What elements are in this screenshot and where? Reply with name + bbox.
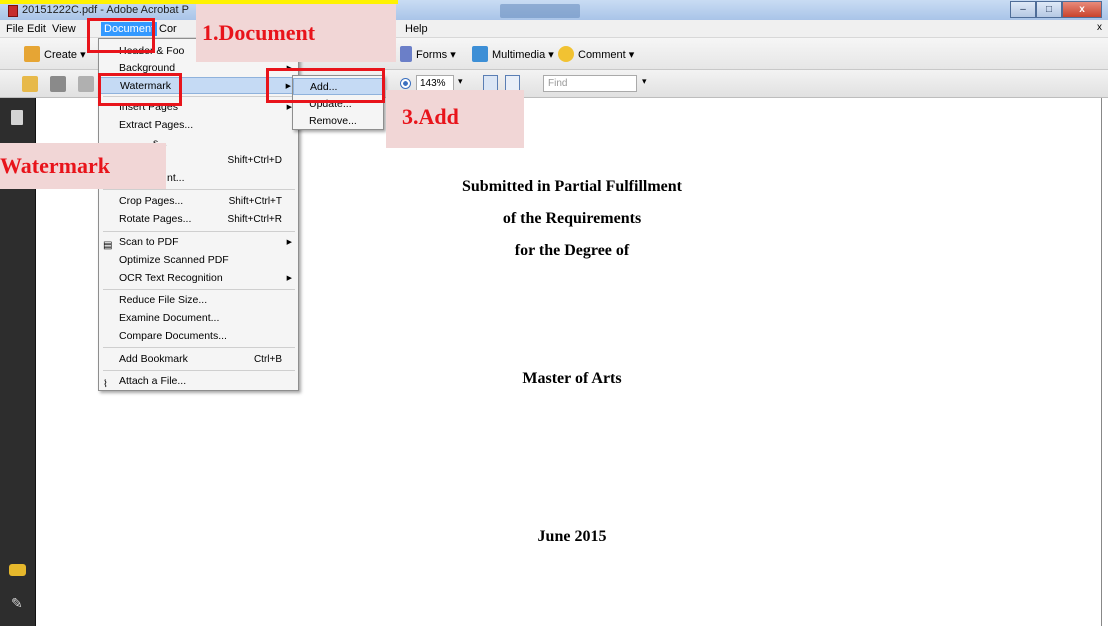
menu-item-examine-document[interactable]: Examine Document... xyxy=(99,310,298,327)
menu-separator xyxy=(103,370,295,371)
highlight-box-watermark xyxy=(98,73,182,106)
window-title: 20151222C.pdf - Adobe Acrobat P xyxy=(22,4,189,16)
menu-item-ocr[interactable]: OCR Text Recognition ▶ xyxy=(99,270,298,287)
menu-item-add-bookmark[interactable]: Add Bookmark Ctrl+B xyxy=(99,351,298,368)
menu-separator xyxy=(103,289,295,290)
callout-step-3: 3.Add xyxy=(386,90,524,148)
document-close-icon[interactable]: x xyxy=(1097,22,1102,33)
menu-separator xyxy=(103,231,295,232)
create-label: Create ▾ xyxy=(44,48,86,61)
forms-icon xyxy=(400,46,412,62)
menu-edit[interactable]: Edit xyxy=(24,22,49,36)
submenu-arrow-icon: ▶ xyxy=(286,239,292,246)
submenu-arrow-icon: ▶ xyxy=(286,275,292,282)
open-folder-icon[interactable] xyxy=(22,76,38,92)
menu-item-reduce-file-size[interactable]: Reduce File Size... xyxy=(99,292,298,309)
fit-width-icon[interactable] xyxy=(505,75,520,91)
menu-item-compare-documents[interactable]: Compare Documents... xyxy=(99,328,298,345)
menu-help[interactable]: Help xyxy=(402,22,431,36)
menu-separator xyxy=(103,189,295,190)
comment-bubble-icon xyxy=(558,46,574,62)
attachments-icon[interactable]: ✎ xyxy=(11,595,23,612)
find-input[interactable]: Find xyxy=(543,75,637,92)
comment-label: Comment ▾ xyxy=(578,48,635,61)
menu-item-rotate-pages[interactable]: Rotate Pages... Shift+Ctrl+R xyxy=(99,211,298,228)
comments-icon[interactable] xyxy=(9,564,26,576)
highlight-box-document xyxy=(87,18,155,53)
menu-item-optimize-scanned[interactable]: Optimize Scanned PDF xyxy=(99,252,298,269)
minimize-button[interactable]: – xyxy=(1010,1,1036,18)
save-icon[interactable] xyxy=(78,76,94,92)
menu-bar: File Edit View Document Cor Help x xyxy=(0,20,1108,38)
zoom-radio-icon[interactable] xyxy=(400,78,411,89)
paperclip-icon: ⌇ xyxy=(103,379,108,390)
doc-line-5: June 2015 xyxy=(537,528,607,545)
pages-icon[interactable] xyxy=(11,110,23,125)
multimedia-icon xyxy=(472,46,488,62)
window-controls: – □ x xyxy=(1010,1,1102,18)
print-icon[interactable] xyxy=(50,76,66,92)
find-dropdown-icon[interactable]: ▾ xyxy=(642,76,647,87)
fit-page-icon[interactable] xyxy=(483,75,498,91)
title-bar-blur xyxy=(500,4,580,18)
menu-comments[interactable]: Cor xyxy=(156,22,180,36)
create-icon xyxy=(24,46,40,62)
pdf-file-icon xyxy=(8,5,18,17)
close-button[interactable]: x xyxy=(1062,1,1102,18)
menu-separator xyxy=(103,347,295,348)
submenu-item-remove[interactable]: Remove... xyxy=(293,113,383,130)
menu-item-crop-pages[interactable]: Crop Pages... Shift+Ctrl+T xyxy=(99,193,298,210)
comment-button[interactable]: Comment ▾ xyxy=(558,46,634,62)
forms-button[interactable]: Forms ▾ xyxy=(400,46,456,62)
menu-item-extract-pages[interactable]: Extract Pages... xyxy=(99,117,298,134)
menu-item-scan-to-pdf[interactable]: ▤ Scan to PDF ▶ xyxy=(99,234,298,251)
menu-view[interactable]: View xyxy=(49,22,79,36)
callout-step-1: 1.Document xyxy=(196,4,396,62)
multimedia-label: Multimedia ▾ xyxy=(492,48,554,61)
zoom-dropdown-icon[interactable]: ▾ xyxy=(458,76,463,87)
maximize-button[interactable]: □ xyxy=(1036,1,1062,18)
callout-step-2: Watermark xyxy=(0,143,166,189)
multimedia-button[interactable]: Multimedia ▾ xyxy=(472,46,554,62)
forms-label: Forms ▾ xyxy=(416,48,456,61)
menu-item-attach-file[interactable]: ⌇ Attach a File... xyxy=(99,373,298,390)
create-button[interactable]: Create ▾ xyxy=(24,46,86,62)
highlight-box-add xyxy=(266,68,385,103)
